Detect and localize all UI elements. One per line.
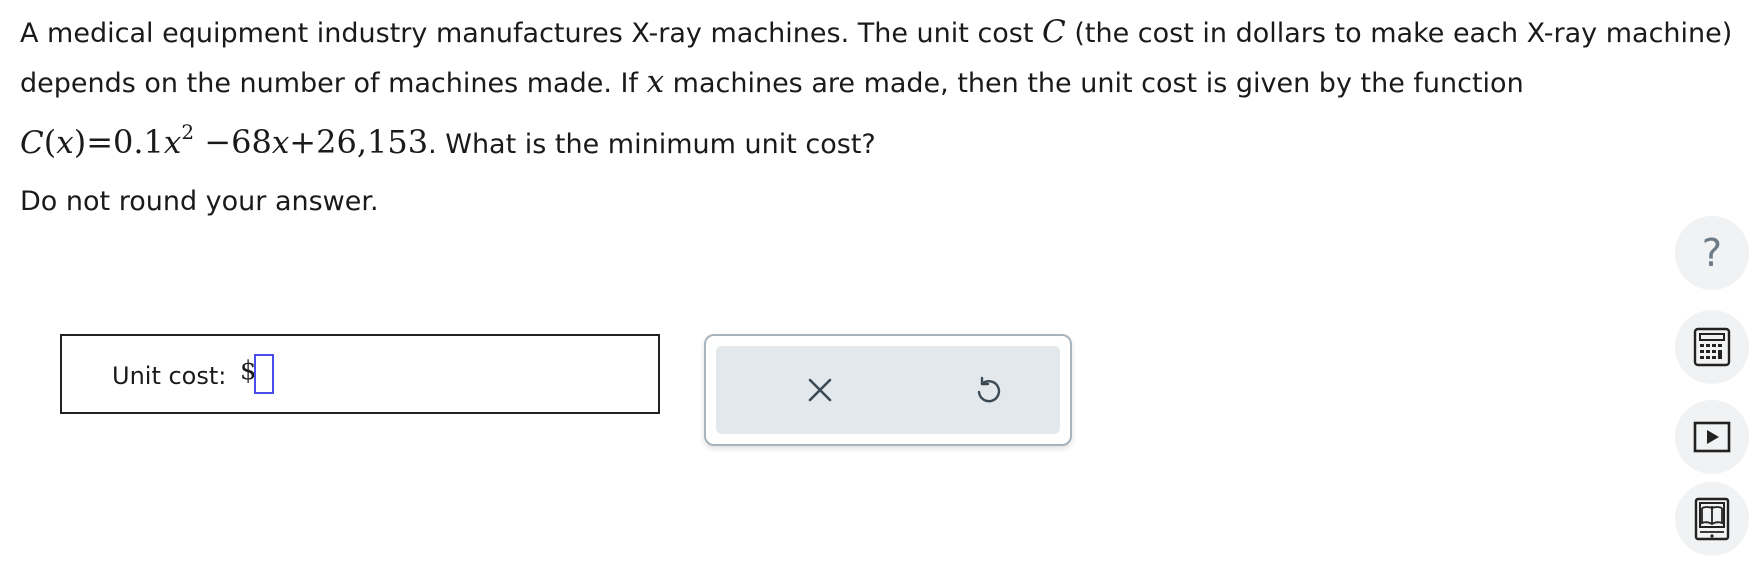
question-part: . What is the minimum unit cost?: [428, 129, 876, 160]
ebook-button[interactable]: [1675, 482, 1749, 556]
question-part: machines are made, then the unit cost is…: [664, 68, 1524, 99]
question-text: A medical equipment industry manufacture…: [20, 8, 1740, 169]
unit-cost-label: Unit cost:: [112, 362, 227, 390]
help-icon: ?: [1701, 231, 1723, 275]
variable-c: C: [1042, 14, 1066, 50]
action-panel: [704, 334, 1072, 446]
ebook-icon: [1694, 497, 1730, 541]
instruction-text: Do not round your answer.: [20, 186, 379, 217]
question-part: A medical equipment industry manufacture…: [20, 18, 1043, 49]
video-icon: [1693, 421, 1731, 453]
undo-button[interactable]: [966, 368, 1010, 412]
video-button[interactable]: [1675, 400, 1749, 474]
unit-cost-input[interactable]: [254, 354, 274, 394]
action-buttons: [716, 346, 1060, 434]
variable-x: x: [646, 64, 665, 100]
calculator-icon: [1693, 327, 1731, 367]
clear-button[interactable]: [798, 368, 842, 412]
undo-icon: [977, 376, 1001, 403]
close-icon: [808, 378, 832, 402]
calculator-button[interactable]: [1675, 310, 1749, 384]
answer-box: Unit cost: $: [60, 334, 660, 414]
help-button[interactable]: ?: [1675, 216, 1749, 290]
cost-function: C(x)=0.1x2 −68x+26,153: [20, 120, 429, 161]
